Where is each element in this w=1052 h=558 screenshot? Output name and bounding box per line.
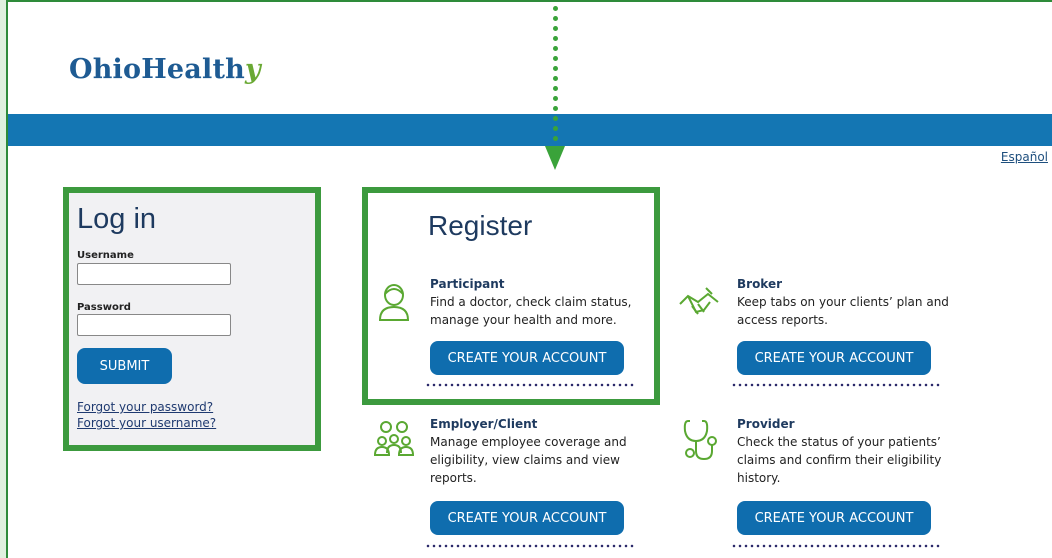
provider-create-account-button[interactable]: CREATE YOUR ACCOUNT: [737, 501, 931, 535]
group-icon: [373, 421, 415, 456]
broker-title: Broker: [737, 277, 783, 291]
handshake-icon: [679, 287, 719, 315]
employer-client-title: Employer/Client: [430, 417, 538, 431]
forgot-username-link[interactable]: Forgot your username?: [77, 416, 216, 430]
forgot-password-link[interactable]: Forgot your password?: [77, 400, 213, 414]
username-label: Username: [77, 250, 134, 261]
language-link[interactable]: Español: [1001, 150, 1048, 164]
dotted-divider: [731, 544, 941, 548]
participant-create-account-button[interactable]: CREATE YOUR ACCOUNT: [430, 341, 624, 375]
employer-client-desc: Manage employee coverage and eligibility,…: [430, 435, 627, 485]
broker-create-account-button[interactable]: CREATE YOUR ACCOUNT: [737, 341, 931, 375]
participant-title: Participant: [430, 277, 505, 291]
annotation-arrow-dots: [553, 4, 559, 152]
employer-client-create-account-button[interactable]: CREATE YOUR ACCOUNT: [430, 501, 624, 535]
login-title: Log in: [77, 203, 157, 235]
provider-desc: Check the status of your patients’ claims…: [737, 435, 942, 485]
broker-desc: Keep tabs on your clients’ plan and acces…: [737, 295, 949, 327]
header-bar: [8, 114, 1052, 146]
dotted-divider: [425, 544, 635, 548]
person-icon: [378, 284, 410, 321]
password-field[interactable]: [77, 314, 231, 336]
username-field[interactable]: [77, 263, 231, 285]
register-title: Register: [428, 210, 533, 241]
ohiohealth-logo[interactable]: OhioHealthy: [69, 54, 261, 85]
dotted-divider: [731, 383, 941, 387]
stethoscope-icon: [683, 420, 717, 461]
password-label: Password: [77, 302, 131, 313]
login-panel: Log in Username Password SUBMIT Forgot y…: [63, 187, 321, 451]
logo-area: OhioHealthy: [56, 12, 274, 114]
submit-button[interactable]: SUBMIT: [77, 348, 172, 384]
provider-title: Provider: [737, 417, 795, 431]
dotted-divider: [425, 383, 635, 387]
annotation-arrow-head: [545, 146, 565, 170]
participant-desc: Find a doctor, check claim status, manage…: [430, 295, 632, 327]
